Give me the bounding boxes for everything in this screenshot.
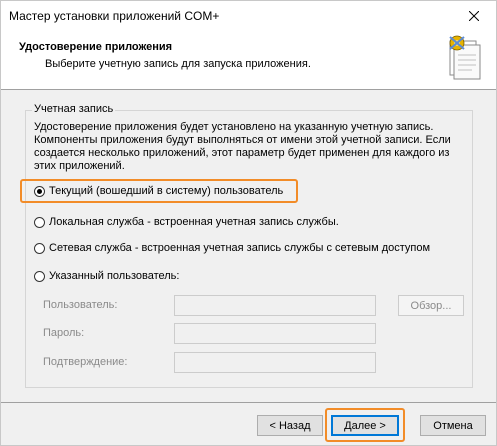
radio-current-user-indicator[interactable] — [34, 185, 45, 197]
radio-local-service[interactable]: Локальная служба - встроенная учетная за… — [34, 214, 339, 230]
radio-current-user-label: Текущий (вошедший в систему) пользовател… — [49, 185, 284, 197]
wizard-header: Удостоверение приложения Выберите учетну… — [1, 31, 496, 90]
user-label: Пользователь: — [43, 299, 118, 311]
browse-button[interactable]: Обзор... — [398, 295, 464, 316]
cancel-button[interactable]: Отмена — [420, 415, 486, 436]
confirm-label: Подтверждение: — [43, 356, 128, 368]
close-button[interactable] — [451, 1, 496, 31]
window-title: Мастер установки приложений COM+ — [9, 9, 220, 23]
radio-specified-user-label: Указанный пользователь: — [49, 270, 180, 282]
next-button[interactable]: Далее > — [331, 415, 399, 436]
password-input[interactable] — [174, 323, 376, 344]
radio-local-service-indicator[interactable] — [34, 216, 45, 228]
password-label: Пароль: — [43, 327, 85, 339]
user-input[interactable] — [174, 295, 376, 316]
account-group-legend: Учетная запись — [32, 103, 116, 115]
account-groupbox: Учетная запись Удостоверение приложения … — [20, 103, 473, 388]
radio-network-service-indicator[interactable] — [34, 242, 45, 254]
footer-divider — [1, 402, 496, 403]
title-bar: Мастер установки приложений COM+ — [1, 1, 496, 31]
com-package-icon — [449, 35, 481, 80]
radio-specified-user-indicator[interactable] — [34, 270, 45, 282]
back-button[interactable]: < Назад — [257, 415, 323, 436]
account-description: Удостоверение приложения будет установле… — [34, 121, 451, 172]
close-icon — [468, 11, 479, 21]
confirm-input[interactable] — [174, 352, 376, 373]
radio-current-user[interactable]: Текущий (вошедший в систему) пользовател… — [34, 183, 283, 199]
page-title: Удостоверение приложения — [19, 41, 173, 53]
radio-local-service-label: Локальная служба - встроенная учетная за… — [49, 216, 339, 228]
radio-network-service-label: Сетевая служба - встроенная учетная запи… — [49, 242, 431, 254]
radio-network-service[interactable]: Сетевая служба - встроенная учетная запи… — [34, 240, 430, 256]
wizard-window: Мастер установки приложений COM+ Удостов… — [0, 0, 497, 446]
page-subtitle: Выберите учетную запись для запуска прил… — [45, 58, 311, 70]
radio-specified-user[interactable]: Указанный пользователь: — [34, 268, 179, 284]
